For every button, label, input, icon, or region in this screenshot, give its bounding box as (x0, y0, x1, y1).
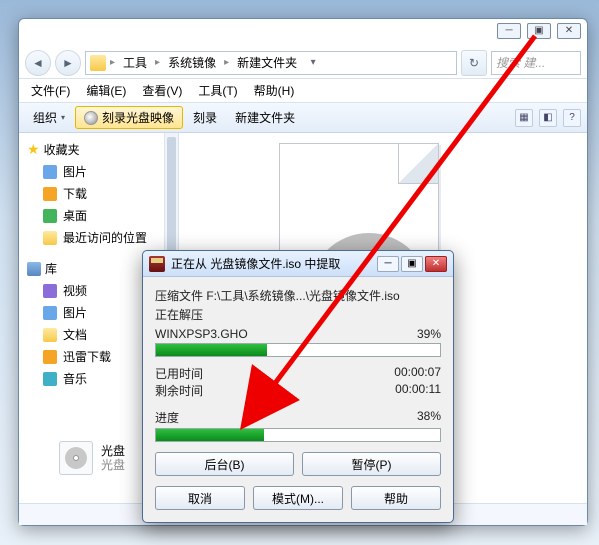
sidebar-item-label: 图片 (63, 163, 87, 180)
mode-button[interactable]: 模式(M)... (253, 486, 343, 510)
library-icon (43, 372, 57, 386)
progress-label: 进度 (155, 409, 179, 426)
breadcrumb-item[interactable]: 新建文件夹 (233, 54, 301, 71)
window-close[interactable]: ✕ (557, 23, 581, 39)
burn-image-button[interactable]: 刻录光盘映像 (75, 106, 183, 129)
sidebar-item[interactable]: 下载 (23, 183, 174, 204)
menubar: 文件(F) 编辑(E) 查看(V) 工具(T) 帮助(H) (19, 79, 587, 103)
iso-name: 光盘 (101, 444, 125, 458)
dialog-maximize[interactable]: ▣ (401, 256, 423, 272)
organize-button[interactable]: 组织▾ (25, 107, 73, 128)
star-icon: ★ (27, 141, 40, 158)
view-options-icon[interactable]: ▦ (515, 109, 533, 127)
sidebar-item-label: 文档 (63, 326, 87, 343)
menu-view[interactable]: 查看(V) (134, 82, 190, 99)
progress-percent: 38% (417, 409, 441, 426)
sidebar-item-label: 音乐 (63, 370, 87, 387)
folder-icon (43, 165, 57, 179)
background-button[interactable]: 后台(B) (155, 452, 294, 476)
refresh-button[interactable]: ↻ (461, 50, 487, 76)
nav-forward-button[interactable]: ► (55, 50, 81, 76)
sidebar-item-label: 迅雷下载 (63, 348, 111, 365)
dialog-minimize[interactable]: ─ (377, 256, 399, 272)
breadcrumb-dropdown[interactable]: ▾ (305, 57, 321, 68)
menu-file[interactable]: 文件(F) (23, 82, 78, 99)
sidebar-item-label: 最近访问的位置 (63, 229, 147, 246)
help-button[interactable]: 帮助 (351, 486, 441, 510)
breadcrumb[interactable]: ▸ 工具 ▸ 系统镜像 ▸ 新建文件夹 ▾ (85, 51, 457, 75)
file-progress-bar (155, 343, 441, 357)
breadcrumb-item[interactable]: 工具 (119, 54, 151, 71)
search-input[interactable]: 搜索 建... (491, 51, 581, 75)
sidebar-item[interactable]: 最近访问的位置 (23, 227, 174, 248)
folder-icon (43, 187, 57, 201)
preview-pane-icon[interactable]: ◧ (539, 109, 557, 127)
archive-path: 压缩文件 F:\工具\系统镜像...\光盘镜像文件.iso (155, 287, 441, 304)
dialog-title: 正在从 光盘镜像文件.iso 中提取 (171, 255, 340, 272)
menu-tools[interactable]: 工具(T) (190, 82, 245, 99)
new-folder-button[interactable]: 新建文件夹 (227, 107, 303, 128)
file-percent: 39% (417, 327, 441, 341)
favorites-header[interactable]: ★收藏夹 (23, 139, 174, 160)
sidebar-item-label: 桌面 (63, 207, 87, 224)
cancel-button[interactable]: 取消 (155, 486, 245, 510)
extract-dialog: 正在从 光盘镜像文件.iso 中提取 ─ ▣ ✕ 压缩文件 F:\工具\系统镜像… (142, 250, 454, 523)
library-icon (43, 350, 57, 364)
disc-icon (84, 111, 98, 125)
menu-help[interactable]: 帮助(H) (246, 82, 303, 99)
library-icon (43, 328, 57, 342)
window-maximize[interactable]: ▣ (527, 23, 551, 39)
winrar-icon (149, 256, 165, 272)
elapsed-label: 已用时间 (155, 365, 203, 382)
library-icon (27, 262, 41, 276)
sidebar-item[interactable]: 图片 (23, 161, 174, 182)
current-file: WINXPSP3.GHO (155, 327, 248, 341)
remain-value: 00:00:11 (395, 382, 441, 399)
burn-button[interactable]: 刻录 (185, 107, 225, 128)
extracting-label: 正在解压 (155, 306, 441, 323)
remain-label: 剩余时间 (155, 382, 203, 399)
library-icon (43, 306, 57, 320)
iso-icon (59, 441, 93, 475)
titlebar: ─ ▣ ✕ (19, 19, 587, 47)
menu-edit[interactable]: 编辑(E) (78, 82, 134, 99)
nav-row: ◄ ► ▸ 工具 ▸ 系统镜像 ▸ 新建文件夹 ▾ ↻ 搜索 建... (19, 47, 587, 79)
sidebar-item-label: 下载 (63, 185, 87, 202)
elapsed-value: 00:00:07 (394, 365, 441, 382)
folder-icon (43, 231, 57, 245)
sidebar-item[interactable]: 桌面 (23, 205, 174, 226)
dialog-close[interactable]: ✕ (425, 256, 447, 272)
breadcrumb-item[interactable]: 系统镜像 (164, 54, 220, 71)
folder-icon (90, 55, 106, 71)
dialog-titlebar[interactable]: 正在从 光盘镜像文件.iso 中提取 ─ ▣ ✕ (143, 251, 453, 277)
help-icon[interactable]: ? (563, 109, 581, 127)
toolbar: 组织▾ 刻录光盘映像 刻录 新建文件夹 ▦ ◧ ? (19, 103, 587, 133)
library-icon (43, 284, 57, 298)
folder-icon (43, 209, 57, 223)
pause-button[interactable]: 暂停(P) (302, 452, 441, 476)
iso-file-item[interactable]: 光盘 光盘 (59, 441, 125, 475)
iso-type: 光盘 (101, 458, 125, 472)
nav-back-button[interactable]: ◄ (25, 50, 51, 76)
total-progress-bar (155, 428, 441, 442)
window-minimize[interactable]: ─ (497, 23, 521, 39)
sidebar-item-label: 视频 (63, 282, 87, 299)
sidebar-item-label: 图片 (63, 304, 87, 321)
